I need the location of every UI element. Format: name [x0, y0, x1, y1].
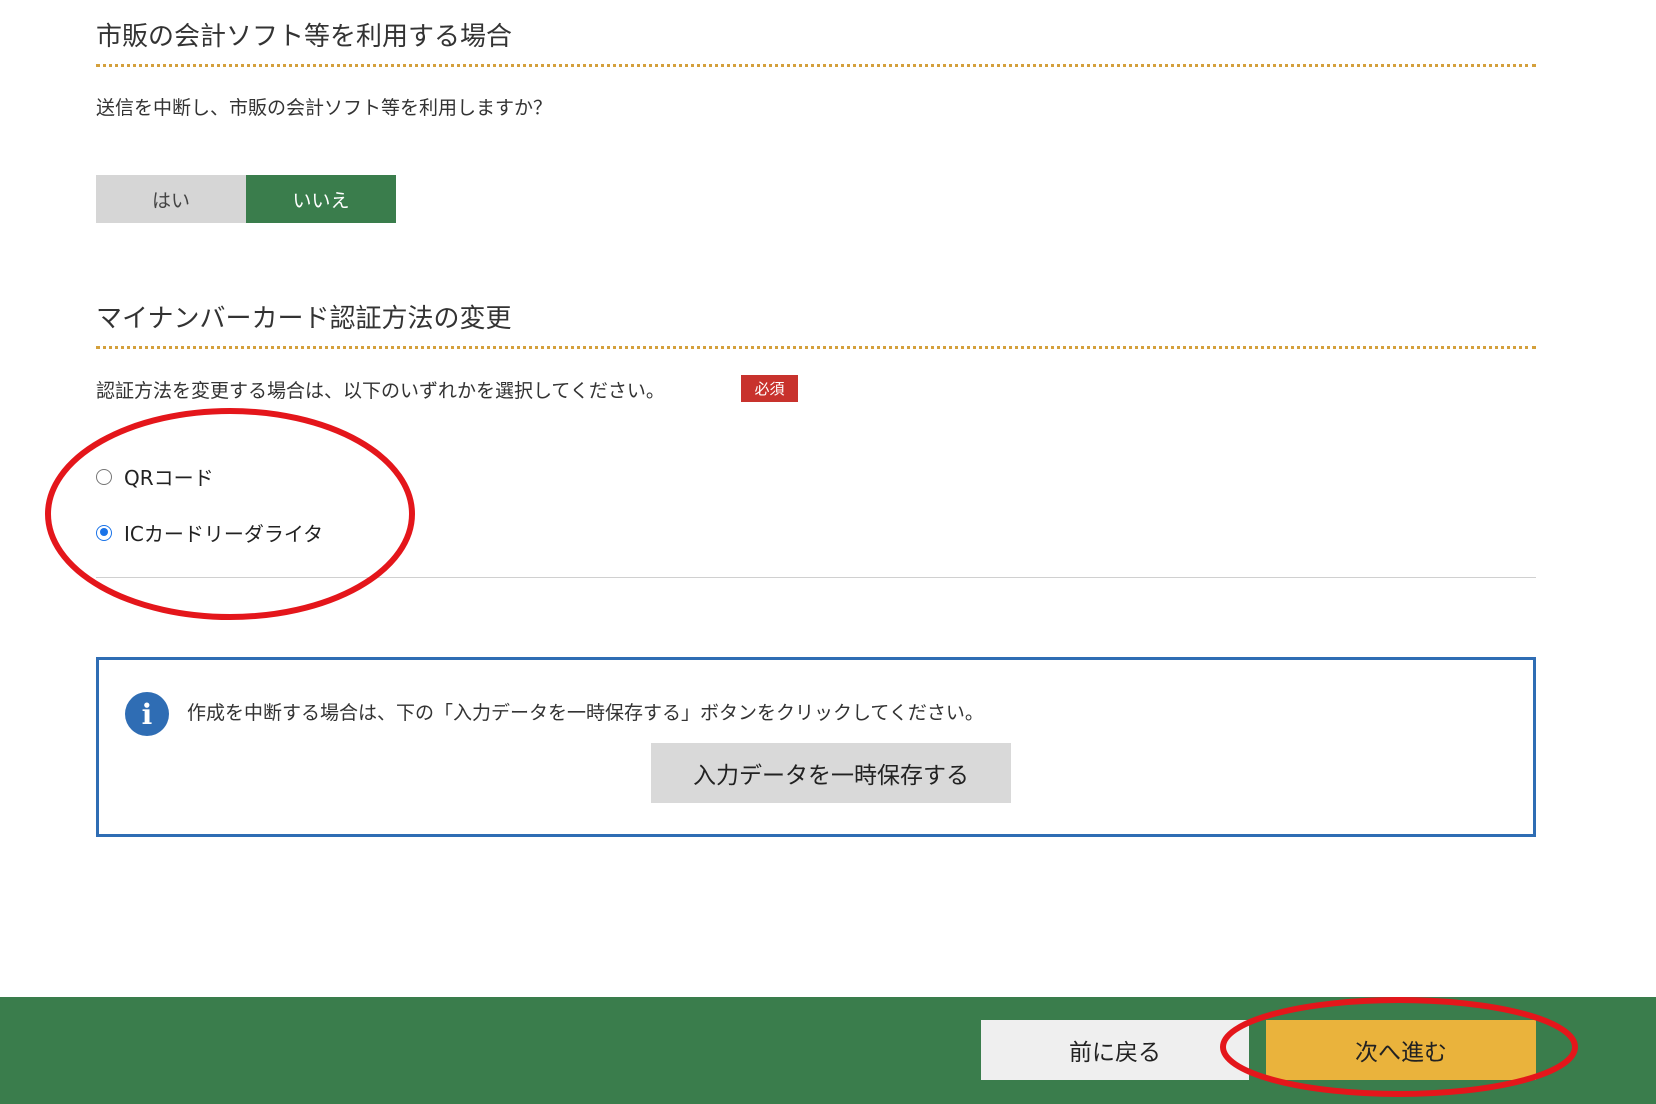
yes-button[interactable]: はい	[96, 175, 246, 223]
annotation-overlay	[45, 408, 1578, 1097]
radio-option-ic-card-reader[interactable]: ICカードリーダライタ	[96, 518, 323, 547]
radio-button-qr-code[interactable]	[96, 468, 112, 485]
auth-section-divider	[96, 346, 1536, 349]
required-badge: 必須	[741, 375, 798, 402]
software-toggle-group: はい いいえ	[96, 175, 396, 223]
no-button[interactable]: いいえ	[246, 175, 396, 223]
radio-label-qr-code: QRコード	[124, 466, 214, 490]
radio-option-qr-code[interactable]: QRコード	[96, 462, 214, 491]
software-section-divider	[96, 64, 1536, 67]
footer-bar: 前に戻る 次へ進む	[0, 997, 1656, 1104]
auth-instruction: 認証方法を変更する場合は、以下のいずれかを選択してください。	[96, 380, 665, 402]
next-button[interactable]: 次へ進む	[1266, 1020, 1536, 1080]
auth-section-heading: マイナンバーカード認証方法の変更	[96, 304, 512, 334]
save-draft-button[interactable]: 入力データを一時保存する	[651, 743, 1011, 803]
info-box: i 作成を中断する場合は、下の「入力データを一時保存する」ボタンをクリックしてく…	[96, 657, 1536, 837]
radio-label-ic-card-reader: ICカードリーダライタ	[124, 522, 324, 546]
section-divider	[96, 577, 1536, 578]
software-question: 送信を中断し、市販の会計ソフト等を利用しますか？	[96, 97, 553, 119]
back-button[interactable]: 前に戻る	[981, 1020, 1249, 1080]
info-message: 作成を中断する場合は、下の「入力データを一時保存する」ボタンをクリックしてくださ…	[187, 702, 984, 724]
software-section-heading: 市販の会計ソフト等を利用する場合	[96, 22, 513, 52]
info-icon: i	[125, 692, 169, 736]
radio-button-ic-card-reader[interactable]	[96, 524, 112, 541]
annotation-circle-radio-options	[45, 408, 415, 620]
